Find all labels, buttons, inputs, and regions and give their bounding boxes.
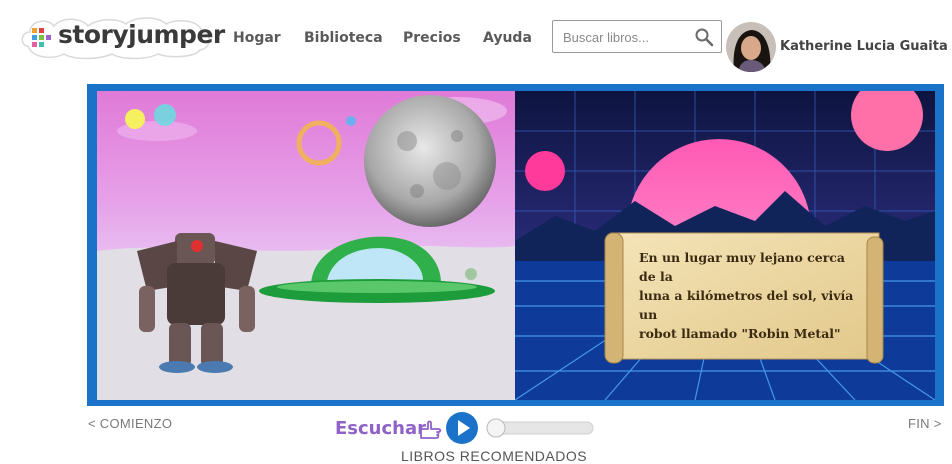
story-text-line: luna a kilómetros del sol, vivía un: [639, 288, 854, 322]
nav-ayuda[interactable]: Ayuda: [483, 30, 532, 46]
user-name[interactable]: Katherine Lucia Guaita A: [780, 39, 952, 54]
story-text-line: En un lugar muy lejano cerca de la: [639, 250, 845, 284]
end-link[interactable]: FIN >: [908, 416, 942, 431]
nav-hogar[interactable]: Hogar: [233, 30, 281, 46]
nav-biblioteca[interactable]: Biblioteca: [304, 30, 383, 46]
search-box: [552, 20, 722, 53]
header: storyjumper Hogar Biblioteca Precios Ayu…: [0, 0, 952, 78]
storyjumper-logo[interactable]: storyjumper: [18, 12, 225, 60]
logo-text: storyjumper: [58, 20, 225, 49]
start-link[interactable]: < COMIENZO: [88, 416, 172, 431]
book-page-right[interactable]: [515, 91, 935, 400]
search-input[interactable]: [561, 27, 690, 47]
pointing-hand-icon: [420, 420, 442, 439]
story-text: En un lugar muy lejano cerca de la luna …: [639, 248, 861, 343]
search-icon[interactable]: [694, 27, 714, 47]
nav-precios[interactable]: Precios: [403, 30, 461, 46]
story-text-line: robot llamado "Robin Metal": [639, 326, 841, 341]
audio-slider[interactable]: [485, 418, 595, 438]
book-page-left[interactable]: [97, 91, 515, 400]
recommended-books-heading: LIBROS RECOMENDADOS: [401, 448, 588, 464]
listen-label[interactable]: Escuchar: [335, 418, 426, 439]
play-button[interactable]: [445, 411, 479, 445]
avatar[interactable]: [726, 22, 776, 72]
